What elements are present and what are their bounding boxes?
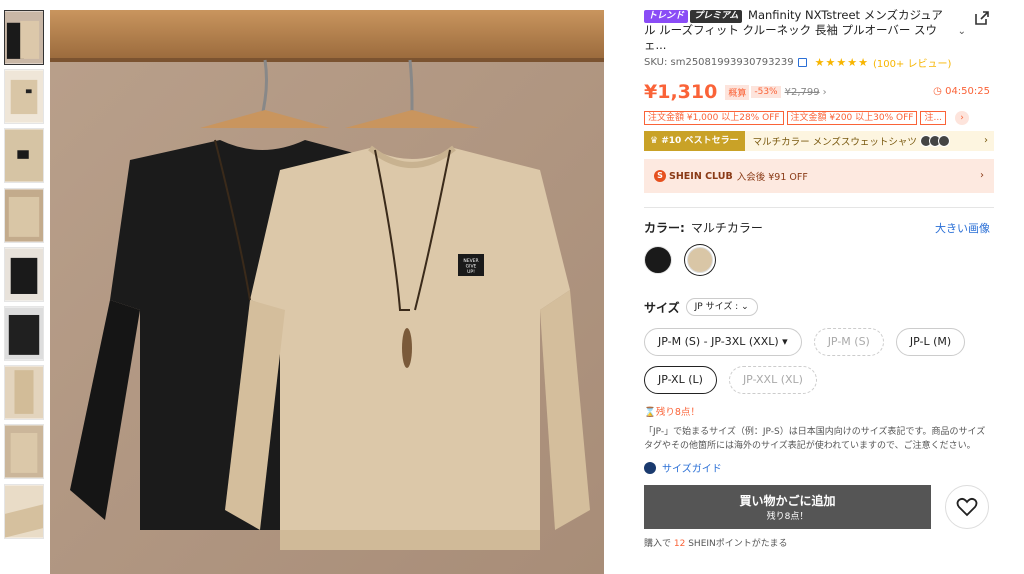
thumbnail-gallery <box>4 10 46 543</box>
product-title-text: Manfinity NXTstreet メンズカジュアル ルーズフィット クルー… <box>644 8 943 52</box>
product-title: トレンド プレミアム Manfinity NXTstreet メンズカジュアル ル… <box>644 8 944 53</box>
size-system-select[interactable]: JP サイズ : ⌄ <box>685 298 758 316</box>
bestseller-chevron-icon: › <box>984 135 988 146</box>
club-name: SHEIN CLUB <box>669 170 733 182</box>
rating-stars[interactable]: ★★★★★ <box>815 56 869 69</box>
estimate-tag: 概算 <box>725 84 750 100</box>
bestseller-avatars <box>919 135 950 147</box>
thumbnail-6[interactable] <box>4 305 44 361</box>
size-row: サイズ JP サイズ : ⌄ <box>644 298 994 316</box>
price-row: ¥1,310 概算 -53% ¥2,799 › ◷ 04:50:25 <box>644 80 994 104</box>
premium-badge: プレミアム <box>690 10 743 23</box>
discount-badge: -53% <box>751 86 781 98</box>
thumbnail-9[interactable] <box>4 483 44 539</box>
wishlist-button[interactable] <box>945 485 989 529</box>
size-label: サイズ <box>644 300 680 315</box>
bestseller-category: マルチカラー メンズスウェットシャツ <box>752 137 917 148</box>
points-suffix: SHEINポイントがたまる <box>688 539 788 549</box>
color-swatch-black[interactable] <box>644 246 672 274</box>
color-swatches <box>644 246 994 274</box>
shein-club-banner[interactable]: S SHEIN CLUB 入会後 ¥91 OFF › <box>644 159 994 193</box>
club-offer: 入会後 ¥91 OFF <box>736 172 808 183</box>
coupon-list: 注文金額 ¥1,000 以上28% OFF 注文金額 ¥200 以上30% OF… <box>644 110 994 125</box>
add-to-cart-label: 買い物かごに追加 <box>739 494 836 508</box>
countdown-value: 04:50:25 <box>945 86 990 97</box>
thumbnail-8[interactable] <box>4 424 44 480</box>
chevron-down-icon: ⌄ <box>741 302 749 312</box>
svg-text:GIVE: GIVE <box>466 264 477 270</box>
thumbnail-1[interactable] <box>4 10 44 65</box>
size-option-l[interactable]: JP-L (M) <box>895 328 966 356</box>
size-option-range[interactable]: JP-M (S) - JP-3XL (XXL) ▾ <box>644 328 802 356</box>
expand-title-chevron-icon[interactable]: ⌄ <box>958 26 966 37</box>
bestseller-tag: ♛ #10 ベストセラー <box>644 131 745 151</box>
add-to-cart-sublabel: 残り8点！ <box>766 512 809 522</box>
copy-icon[interactable] <box>797 58 807 67</box>
sku-label: SKU: sm2508199393079323​9 <box>644 57 794 68</box>
thumbnail-5[interactable] <box>4 246 44 302</box>
original-price: ¥2,799 <box>784 86 820 98</box>
coupon-3[interactable]: 注... <box>920 110 947 125</box>
color-value: マルチカラー <box>690 221 763 235</box>
coupon-2[interactable]: 注文金額 ¥200 以上30% OFF <box>786 110 918 125</box>
hourglass-icon: ⌛ <box>644 407 656 418</box>
color-label-text: カラー: <box>644 221 685 235</box>
size-options: JP-M (S) - JP-3XL (XXL) ▾ JP-M (S) JP-L … <box>644 328 994 394</box>
divider <box>644 207 994 208</box>
patch-text: NEVER <box>463 258 478 264</box>
review-count-link[interactable]: (100+ レビュー) <box>873 55 951 70</box>
size-note: 「JP-」で始まるサイズ（例：JP-S）は日本国内向けのサイズ表記です。商品のサ… <box>644 427 986 451</box>
points-info: 購入で 12 SHEINポイントがたまる <box>644 536 994 549</box>
sku-row: SKU: sm2508199393079323​9 ★★★★★ (100+ レビ… <box>644 55 994 70</box>
more-coupons-chevron-icon[interactable]: › <box>955 110 970 125</box>
size-option-xl[interactable]: JP-XL (L) <box>644 366 717 394</box>
size-option-xxl[interactable]: JP-XXL (XL) <box>728 366 817 394</box>
heart-icon <box>956 497 978 517</box>
cta-row: 買い物かごに追加 残り8点！ <box>644 485 994 529</box>
thumbnail-2[interactable] <box>4 69 44 125</box>
bestseller-tag-text: #10 ベストセラー <box>661 136 739 146</box>
size-guide-icon <box>644 461 656 474</box>
club-icon: S <box>654 170 666 182</box>
thumbnail-4[interactable] <box>4 187 44 243</box>
color-label: カラー: マルチカラー <box>644 219 763 236</box>
thumbnail-3[interactable] <box>4 128 44 184</box>
clock-icon: ◷ <box>933 86 946 97</box>
stock-warning-text: 残り8点！ <box>655 407 700 418</box>
color-row: カラー: マルチカラー 大きい画像 <box>644 219 994 236</box>
color-swatch-beige[interactable] <box>687 247 713 273</box>
price-detail-chevron-icon[interactable]: › <box>823 87 827 98</box>
thumbnail-7[interactable] <box>4 365 44 421</box>
product-info-panel: トレンド プレミアム Manfinity NXTstreet メンズカジュアル ル… <box>644 8 994 549</box>
countdown-timer: ◷ 04:50:25 <box>933 86 990 97</box>
points-prefix: 購入で <box>644 539 672 549</box>
size-system-label: JP サイズ : <box>694 302 739 312</box>
size-option-m[interactable]: JP-M (S) <box>813 328 884 356</box>
club-chevron-icon: › <box>980 170 984 181</box>
size-guide-link[interactable]: サイズガイド <box>644 460 994 475</box>
coupon-1[interactable]: 注文金額 ¥1,000 以上28% OFF <box>644 110 784 125</box>
bestseller-banner[interactable]: ♛ #10 ベストセラー マルチカラー メンズスウェットシャツ › <box>644 131 994 151</box>
title-row: トレンド プレミアム Manfinity NXTstreet メンズカジュアル ル… <box>644 8 994 53</box>
stock-warning: ⌛残り8点！ <box>644 404 994 418</box>
sale-price: ¥1,310 <box>644 81 718 103</box>
main-product-image[interactable]: NEVER GIVE UP! <box>50 10 604 574</box>
points-value: 12 <box>673 539 686 549</box>
svg-text:UP!: UP! <box>467 269 475 275</box>
add-to-cart-button[interactable]: 買い物かごに追加 残り8点！ <box>644 485 931 529</box>
big-image-link[interactable]: 大きい画像 <box>935 220 990 236</box>
share-icon[interactable] <box>974 10 990 26</box>
size-guide-text: サイズガイド <box>662 464 722 475</box>
trend-badge: トレンド <box>644 10 689 23</box>
